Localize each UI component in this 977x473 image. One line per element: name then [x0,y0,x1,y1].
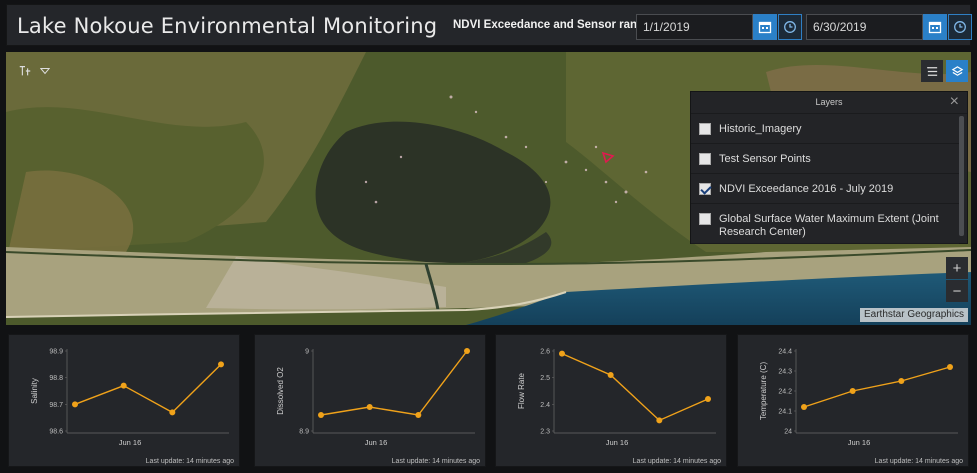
layer-checkbox[interactable] [699,123,711,135]
data-point[interactable] [559,350,565,357]
start-date-input[interactable] [636,14,753,40]
y-tick-label: 98.6 [49,429,63,436]
series-line [561,353,709,422]
data-point[interactable] [607,372,614,378]
y-tick-label: 98.7 [49,402,63,409]
layer-label: Historic_Imagery [719,123,802,135]
layer-label: NDVI Exceedance 2016 - July 2019 [719,183,894,195]
data-point[interactable] [947,364,953,370]
data-point[interactable] [705,396,711,402]
y-tick-label: 24.2 [778,389,792,396]
layer-label: Global Surface Water Maximum Extent (Joi… [719,213,939,238]
series-line [803,366,951,408]
data-point[interactable] [415,412,422,418]
x-tick-label: Jun 16 [848,438,871,447]
y-axis-label: Dissolved O2 [276,367,285,415]
y-tick-label: 98.9 [49,349,63,356]
data-point[interactable] [801,404,807,410]
zoom-in-button[interactable]: + [946,257,968,279]
close-icon[interactable]: × [950,93,959,111]
clock-icon [784,21,796,33]
data-point[interactable] [218,361,224,368]
x-tick-label: Jun 16 [119,438,142,447]
layers-panel: Layers × Historic_Imagery Test Sensor Po… [690,91,968,244]
legend-button[interactable] [921,60,943,82]
end-time-clock-button[interactable] [948,14,972,40]
y-axis-label: Temperature (C) [759,362,768,421]
end-date-input[interactable] [806,14,923,40]
dissolved-o2-chart-card: Dissolved O2 9 8.9 Jun 16 Last update: 14 mi… [254,334,486,467]
y-tick-label: 2.6 [540,349,550,356]
y-axis-label: Flow Rate [517,372,526,409]
y-tick-label: 9 [305,349,309,356]
y-tick-label: 24.1 [778,409,792,416]
data-point[interactable] [72,401,78,408]
layer-checkbox[interactable] [699,213,711,225]
app-header: Lake Nokoue Environmental Monitoring NDV… [6,4,972,46]
y-axis-label: Salinity [30,378,39,404]
y-tick-label: 24.3 [778,369,792,376]
layers-scrollbar[interactable] [959,116,964,236]
calendar-icon [928,21,942,34]
map-tool-dropdown[interactable] [38,60,52,82]
app-title: Lake Nokoue Environmental Monitoring [17,14,438,38]
layers-panel-header: Layers × [691,92,967,114]
chevron-down-icon [40,68,50,75]
salinity-chart: Salinity 98.9 98.8 98.7 98.6 Jun 16 Last updat… [30,349,234,466]
dissolved-o2-chart: Dissolved O2 9 8.9 Jun 16 Last update: 14 mi… [276,348,480,465]
map-attribution: Earthstar Geographics [860,308,969,322]
data-point[interactable] [464,348,470,354]
layer-item-ndvi-exceedance[interactable]: NDVI Exceedance 2016 - July 2019 [691,174,959,204]
start-date-calendar-button[interactable] [753,14,777,40]
data-point[interactable] [849,388,856,394]
flow-rate-chart-card: Flow Rate 2.6 2.5 2.4 2.3 Jun 16 Last update: … [495,334,727,467]
last-update-text: Last update: 14 minutes ago [633,458,721,465]
data-point[interactable] [120,382,127,389]
layer-item-global-surface-water[interactable]: Global Surface Water Maximum Extent (Joi… [691,204,959,244]
series-line [320,350,468,416]
flow-rate-chart: Flow Rate 2.6 2.5 2.4 2.3 Jun 16 Last update: … [517,349,721,466]
temperature-chart: Temperature (C) 24.4 24.3 24.2 24.1 24 Jun 16 L… [759,349,963,466]
legend-list-icon [926,66,937,76]
temperature-chart-card: Temperature (C) 24.4 24.3 24.2 24.1 24 Jun 16 L… [737,334,969,467]
map-view[interactable]: Layers × Historic_Imagery Test Sensor Po… [6,52,971,325]
data-point[interactable] [169,409,176,416]
start-time-clock-button[interactable] [778,14,802,40]
y-tick-label: 2.4 [540,402,550,409]
x-tick-label: Jun 16 [365,438,388,447]
layer-item-historic-imagery[interactable]: Historic_Imagery [691,114,959,144]
y-tick-label: 2.5 [540,375,550,382]
salinity-chart-card: Salinity 98.9 98.8 98.7 98.6 Jun 16 Last updat… [8,334,240,467]
data-point[interactable] [656,417,663,424]
date-range-label: NDVI Exceedance and Sensor range [453,19,651,31]
data-point[interactable] [318,412,324,418]
last-update-text: Last update: 14 minutes ago [875,458,963,465]
last-update-text: Last update: 14 minutes ago [392,458,480,465]
y-tick-label: 8.9 [299,429,309,436]
zoom-out-button[interactable]: − [946,280,968,302]
y-tick-label: 2.3 [540,429,550,436]
layers-panel-title: Layers [815,97,843,107]
layer-checkbox[interactable] [699,153,711,165]
end-date-calendar-button[interactable] [923,14,947,40]
y-tick-label: 98.8 [49,375,63,382]
y-tick-label: 24 [784,429,792,436]
series-line [74,363,222,414]
data-point[interactable] [898,378,905,384]
basemap-tool-icon [19,66,31,76]
calendar-icon [758,21,772,34]
y-tick-label: 24.4 [778,349,792,356]
layers-button[interactable] [946,60,968,82]
layer-item-test-sensor-points[interactable]: Test Sensor Points [691,144,959,174]
x-tick-label: Jun 16 [606,438,629,447]
layer-checkbox[interactable] [699,183,711,195]
data-point[interactable] [366,404,373,410]
basemap-tool-button[interactable] [16,60,34,82]
layer-label: Test Sensor Points [719,153,811,165]
last-update-text: Last update: 14 minutes ago [146,458,234,465]
layers-icon [951,65,963,76]
clock-icon [954,21,966,33]
